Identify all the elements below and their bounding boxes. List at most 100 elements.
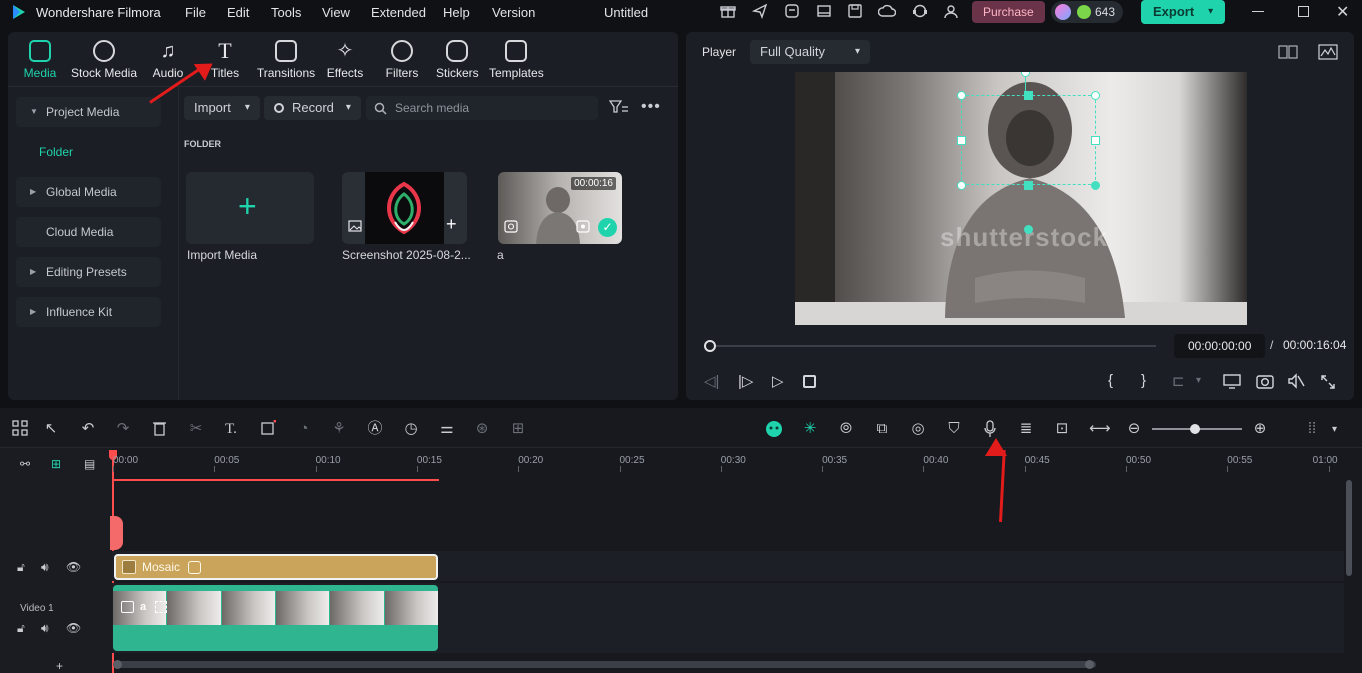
ai-music-icon[interactable]: ⊡ bbox=[1053, 420, 1071, 438]
resize-handle-bl[interactable] bbox=[957, 181, 966, 190]
resize-handle-top[interactable] bbox=[1024, 91, 1033, 100]
zoom-in-icon[interactable]: ⊕ bbox=[1251, 420, 1269, 438]
render-preview-icon[interactable]: ◎ bbox=[909, 420, 927, 438]
compare-view-icon[interactable] bbox=[1278, 45, 1298, 62]
ai-tools-icon[interactable]: Ⓐ bbox=[366, 420, 384, 438]
delete-icon[interactable] bbox=[150, 420, 168, 438]
send-icon[interactable] bbox=[751, 3, 769, 21]
lock-icon[interactable]: 🔓︎ bbox=[17, 621, 25, 636]
resize-handle-right[interactable] bbox=[1091, 136, 1100, 145]
zoom-out-icon[interactable]: ⊖ bbox=[1125, 420, 1143, 438]
video-preview[interactable]: shutterstock bbox=[795, 72, 1247, 325]
redo-icon[interactable]: ↷ bbox=[114, 420, 132, 438]
resize-handle-br[interactable] bbox=[1091, 181, 1100, 190]
credits-badge[interactable]: 643 bbox=[1051, 1, 1124, 23]
menu-edit[interactable]: Edit bbox=[227, 5, 249, 20]
split-icon[interactable]: ✂ bbox=[187, 420, 205, 438]
menu-help[interactable]: Help bbox=[443, 5, 470, 20]
color-match-icon[interactable]: ◔ bbox=[295, 420, 313, 438]
freeze-icon[interactable]: ⊛ bbox=[473, 420, 491, 438]
resize-handle-tr[interactable] bbox=[1091, 91, 1100, 100]
select-tool-icon[interactable]: ↖ bbox=[42, 420, 60, 438]
export-button[interactable]: Export ▾ bbox=[1141, 0, 1226, 24]
feedback-icon[interactable] bbox=[783, 3, 801, 21]
mosaic-selection-box[interactable] bbox=[961, 95, 1096, 185]
tab-templates[interactable]: Templates bbox=[489, 40, 544, 80]
scope-icon[interactable] bbox=[1318, 44, 1338, 63]
playback-progress-track[interactable] bbox=[710, 345, 1156, 347]
tab-transitions[interactable]: Transitions bbox=[254, 40, 318, 80]
chevron-down-icon[interactable]: ▾ bbox=[1208, 0, 1213, 24]
display-icon[interactable] bbox=[1223, 374, 1241, 392]
gift-icon[interactable] bbox=[719, 3, 737, 21]
tab-effects[interactable]: ✧ Effects bbox=[324, 40, 366, 80]
lock-icon[interactable]: 🔓︎ bbox=[17, 560, 25, 575]
speaker-icon[interactable]: 🔊︎ bbox=[41, 560, 49, 575]
sidebar-item-editing-presets[interactable]: ▶ Editing Presets bbox=[16, 257, 161, 287]
close-icon[interactable]: ✕ bbox=[1336, 2, 1349, 22]
record-button[interactable]: Record ▾ bbox=[264, 96, 361, 120]
media-item-a[interactable]: 00:00:16 ✓ bbox=[498, 172, 622, 244]
tab-audio[interactable]: ♫ Audio bbox=[151, 40, 185, 80]
menu-tools[interactable]: Tools bbox=[271, 5, 301, 20]
tab-media[interactable]: Media bbox=[22, 40, 58, 80]
sidebar-item-cloud-media[interactable]: Cloud Media bbox=[16, 217, 161, 247]
speaker-icon[interactable]: 🔊︎ bbox=[41, 621, 49, 636]
sidebar-item-global-media[interactable]: ▶ Global Media bbox=[16, 177, 161, 207]
snapshot-icon[interactable] bbox=[1256, 373, 1274, 392]
resize-handle-bottom[interactable] bbox=[1024, 181, 1033, 190]
voiceover-microphone-icon[interactable] bbox=[981, 420, 999, 438]
vertical-scrollbar[interactable] bbox=[1346, 480, 1352, 576]
search-input[interactable]: Search media bbox=[366, 96, 598, 120]
anchor-point[interactable] bbox=[1024, 225, 1033, 234]
eye-icon[interactable]: 👁︎ bbox=[66, 621, 81, 635]
track-manager-icon[interactable]: ▤ bbox=[84, 457, 95, 471]
restore-icon[interactable] bbox=[1298, 6, 1309, 17]
filter-sort-icon[interactable] bbox=[608, 99, 629, 118]
zoom-slider-thumb[interactable] bbox=[1190, 424, 1200, 434]
play-icon[interactable]: ▷ bbox=[772, 372, 784, 390]
sidebar-item-influence-kit[interactable]: ▶ Influence Kit bbox=[16, 297, 161, 327]
sidebar-item-project-media[interactable]: ▼ Project Media bbox=[16, 97, 161, 127]
sidebar-item-folder[interactable]: Folder bbox=[39, 145, 73, 159]
scrollbar-handle-right[interactable] bbox=[1085, 660, 1094, 669]
undo-icon[interactable]: ↶ bbox=[79, 420, 97, 438]
chevron-down-icon[interactable]: ▾ bbox=[1196, 375, 1201, 386]
cloud-upload-icon[interactable] bbox=[877, 3, 897, 21]
audio-mixer-icon[interactable]: ≣ bbox=[1017, 420, 1035, 438]
add-to-timeline-icon[interactable]: + bbox=[446, 214, 457, 235]
crop-icon[interactable] bbox=[259, 419, 277, 438]
fit-timeline-icon[interactable]: ⟷ bbox=[1089, 420, 1111, 438]
purchase-button[interactable]: Purchase bbox=[972, 1, 1045, 23]
stop-icon[interactable] bbox=[803, 375, 816, 388]
marker-icon[interactable]: ⊏ bbox=[1172, 372, 1185, 390]
fullscreen-icon[interactable] bbox=[1320, 374, 1336, 393]
playback-scrubber[interactable] bbox=[704, 340, 716, 352]
color-icon[interactable]: ⚘ bbox=[330, 420, 348, 438]
import-button[interactable]: Import ▾ bbox=[184, 96, 260, 120]
mark-out-icon[interactable]: } bbox=[1141, 372, 1146, 389]
mask-icon[interactable]: ⛉ bbox=[945, 420, 963, 438]
eye-icon[interactable]: 👁︎ bbox=[66, 560, 81, 574]
menu-file[interactable]: File bbox=[185, 5, 206, 20]
menu-version[interactable]: Version bbox=[492, 5, 535, 20]
prev-frame-icon[interactable]: ◁| bbox=[704, 372, 719, 390]
ai-mate-icon[interactable] bbox=[765, 420, 783, 438]
speed-icon[interactable]: ◷ bbox=[402, 420, 420, 438]
mosaic-clip[interactable]: Mosaic bbox=[114, 554, 438, 580]
add-track-plus-icon[interactable]: + bbox=[56, 659, 63, 673]
horizontal-scrollbar[interactable] bbox=[113, 661, 1096, 668]
add-track-icon[interactable]: ⊞ bbox=[51, 457, 61, 471]
media-item-screenshot[interactable]: + bbox=[342, 172, 467, 244]
link-icon[interactable]: ⚯ bbox=[20, 457, 30, 471]
video-clip[interactable]: a bbox=[113, 585, 438, 651]
layout-icon[interactable] bbox=[815, 3, 833, 21]
resize-handle-left[interactable] bbox=[957, 136, 966, 145]
more-options-icon[interactable]: ••• bbox=[641, 98, 661, 116]
auto-ripple-icon[interactable]: ⦾ bbox=[837, 420, 855, 438]
adjust-icon[interactable]: ⚌ bbox=[438, 420, 456, 438]
tab-stickers[interactable]: Stickers bbox=[436, 40, 479, 80]
snap-icon[interactable]: ✳ bbox=[801, 420, 819, 438]
chevron-down-icon[interactable]: ▾ bbox=[1332, 424, 1337, 435]
next-frame-icon[interactable]: |▷ bbox=[738, 372, 753, 390]
